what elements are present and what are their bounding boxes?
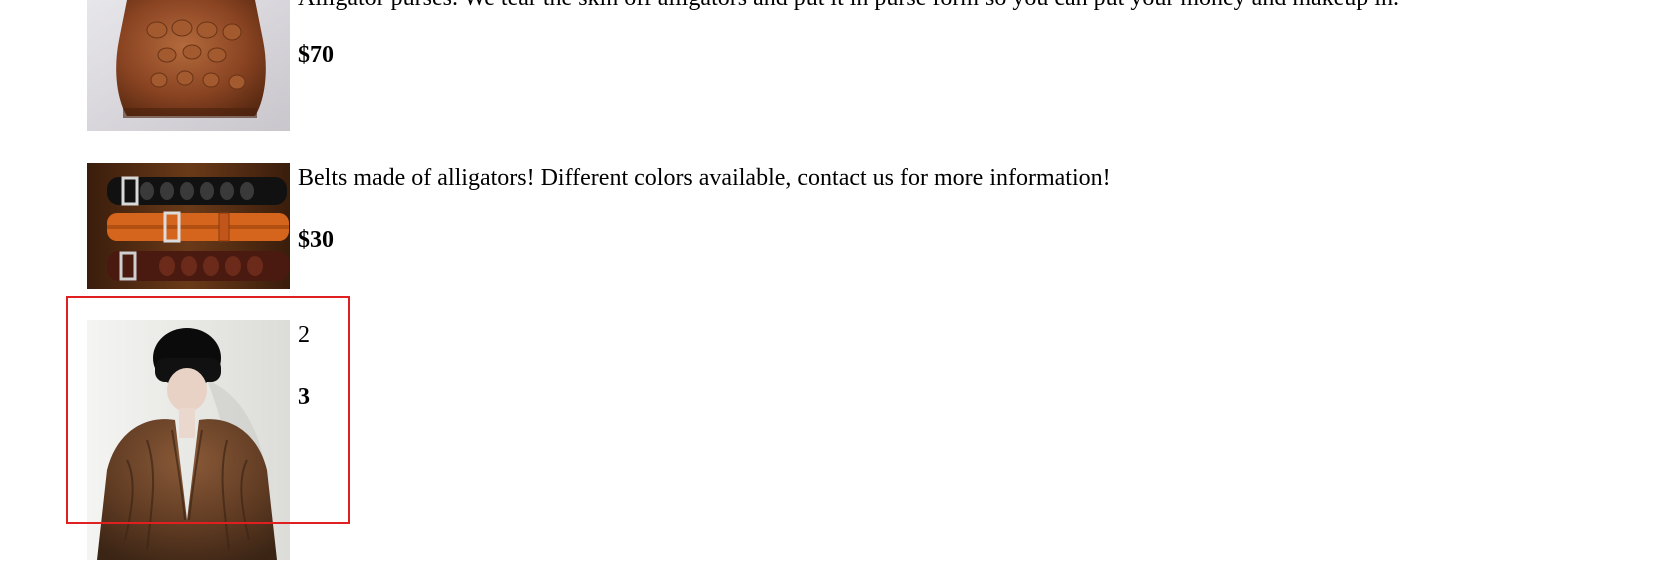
- product-price: $70: [298, 42, 334, 68]
- product-list-page: Alligator purses. We tear the skin off a…: [0, 0, 1678, 562]
- product-image-belts: [87, 163, 290, 289]
- product-price: $30: [298, 227, 334, 253]
- product-description: Belts made of alligators! Different colo…: [298, 165, 1111, 191]
- product-description: Alligator purses. We tear the skin off a…: [298, 0, 1399, 13]
- product-image-fur-coat: [87, 320, 290, 560]
- product-price: 3: [298, 384, 310, 410]
- product-description: 2: [298, 322, 310, 348]
- product-image-purse: [87, 0, 290, 131]
